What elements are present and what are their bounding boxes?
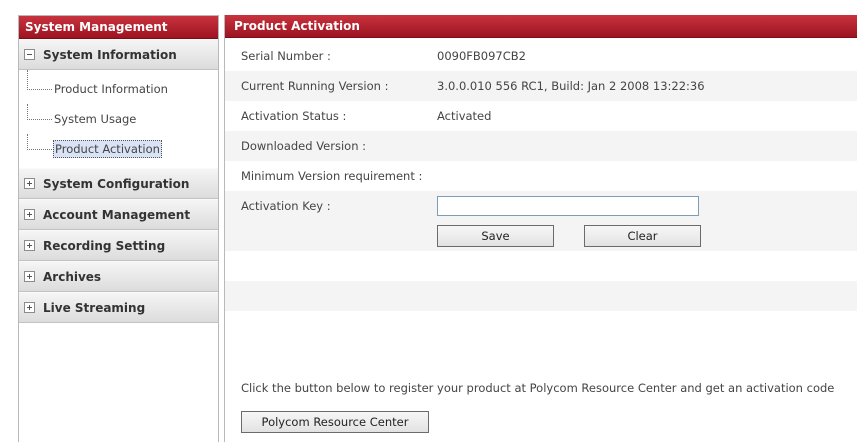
field-value: 3.0.0.010 556 RC1, Build: Jan 2 2008 13:… xyxy=(437,79,705,93)
collapse-icon[interactable] xyxy=(24,49,35,60)
spacer-row xyxy=(225,281,857,311)
expand-icon[interactable] xyxy=(24,178,35,189)
field-row-minimum-version: Minimum Version requirement : xyxy=(225,161,857,191)
expand-icon[interactable] xyxy=(24,271,35,282)
section-label: Recording Setting xyxy=(43,238,166,253)
button-row: Save Clear xyxy=(225,221,857,251)
sidebar-item-label: System Usage xyxy=(54,112,137,126)
sidebar-item-product-activation[interactable]: Product Activation xyxy=(19,134,218,164)
sidebar-item-label: Product Information xyxy=(54,82,168,96)
sidebar-section-system-configuration[interactable]: System Configuration xyxy=(19,168,218,199)
polycom-resource-center-button[interactable]: Polycom Resource Center xyxy=(241,411,429,433)
sidebar-header: System Management xyxy=(19,16,218,39)
field-label: Activation Status : xyxy=(241,109,347,123)
section-label: System Configuration xyxy=(43,176,190,191)
expand-icon[interactable] xyxy=(24,302,35,313)
expand-icon[interactable] xyxy=(24,209,35,220)
section-label: System Information xyxy=(43,47,177,62)
sidebar-item-label: Product Activation xyxy=(53,140,162,158)
field-label: Downloaded Version : xyxy=(241,139,367,153)
expand-icon[interactable] xyxy=(24,240,35,251)
spacer-row xyxy=(225,251,857,281)
activation-key-input[interactable] xyxy=(437,196,699,216)
field-row-serial-number: Serial Number : 0090FB097CB2 xyxy=(225,41,857,71)
sidebar-item-product-information[interactable]: Product Information xyxy=(19,70,218,104)
section-label: Account Management xyxy=(43,207,191,222)
sidebar-section-system-information[interactable]: System Information xyxy=(19,39,218,70)
sidebar-section-archives[interactable]: Archives xyxy=(19,261,218,292)
field-row-activation-status: Activation Status : Activated xyxy=(225,101,857,131)
field-row-downloaded-version: Downloaded Version : xyxy=(225,131,857,161)
clear-button[interactable]: Clear xyxy=(584,225,701,247)
sidebar-section-account-management[interactable]: Account Management xyxy=(19,199,218,230)
field-label: Current Running Version : xyxy=(241,79,389,93)
field-value: Activated xyxy=(437,109,492,123)
save-button[interactable]: Save xyxy=(437,225,554,247)
field-value: 0090FB097CB2 xyxy=(437,49,526,63)
section-label: Archives xyxy=(43,269,102,284)
sidebar-section-recording-setting[interactable]: Recording Setting xyxy=(19,230,218,261)
field-row-activation-key: Activation Key : xyxy=(225,191,857,221)
sidebar: System Management System Information Pro… xyxy=(18,15,219,442)
sidebar-section-live-streaming[interactable]: Live Streaming xyxy=(19,292,218,323)
tree-branch-line xyxy=(27,70,52,90)
field-row-current-version: Current Running Version : 3.0.0.010 556 … xyxy=(225,71,857,101)
section-label: Live Streaming xyxy=(43,300,146,315)
tree-branch-line xyxy=(27,134,52,150)
field-label: Minimum Version requirement : xyxy=(241,169,423,183)
field-label: Serial Number : xyxy=(241,49,331,63)
page-title: Product Activation xyxy=(225,15,857,38)
sidebar-item-system-usage[interactable]: System Usage xyxy=(19,104,218,134)
register-note: Click the button below to register your … xyxy=(241,381,835,395)
field-label: Activation Key : xyxy=(241,199,331,213)
main-panel: Product Activation Serial Number : 0090F… xyxy=(224,15,857,442)
system-information-items: Product Information System Usage Product… xyxy=(19,70,218,168)
tree-branch-line xyxy=(27,104,52,120)
